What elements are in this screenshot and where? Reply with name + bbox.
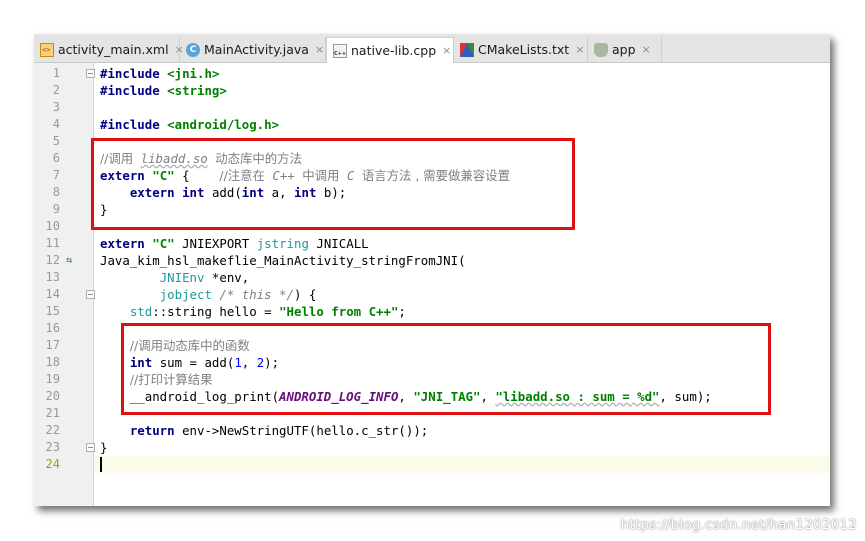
line-number: 21 — [45, 406, 60, 420]
line-number: 6 — [52, 151, 60, 165]
tab-label: activity_main.xml — [58, 42, 169, 57]
line-number: 13 — [45, 270, 60, 284]
code-line-12: Java_kim_hsl_makeflie_MainActivity_strin… — [100, 253, 466, 268]
code-line-22: return env->NewStringUTF(hello.c_str()); — [129, 423, 429, 438]
tab-label: CMakeLists.txt — [478, 42, 570, 57]
code-line-23: } — [100, 440, 108, 455]
line-number: 7 — [52, 168, 60, 182]
xml-file-icon — [40, 42, 54, 57]
tab-label: native-lib.cpp — [351, 43, 437, 58]
highlight-box-extern-c — [91, 138, 575, 230]
tab-main-activity-java[interactable]: C MainActivity.java × — [180, 37, 326, 62]
tab-native-lib-cpp[interactable]: native-lib.cpp × — [326, 37, 454, 63]
line-number: 22 — [45, 423, 60, 437]
code-line-4: #include <android/log.h> — [100, 117, 280, 132]
line-number: 14 — [45, 287, 60, 301]
tab-label: MainActivity.java — [204, 42, 309, 57]
line-number: 8 — [52, 185, 60, 199]
ide-window: activity_main.xml × C MainActivity.java … — [34, 34, 830, 506]
line-number: 19 — [45, 372, 60, 386]
line-number: 1 — [52, 66, 60, 80]
line-number: 17 — [45, 338, 60, 352]
tab-cmakelists-txt[interactable]: CMakeLists.txt × — [454, 37, 588, 62]
line-number: 16 — [45, 321, 60, 335]
gradle-icon — [594, 42, 608, 57]
line-number: 23 — [45, 440, 60, 454]
close-icon[interactable]: × — [642, 43, 651, 56]
watermark: https://blog.csdn.net/han1202012 — [620, 517, 857, 533]
line-number: 15 — [45, 304, 60, 318]
close-icon[interactable]: × — [575, 43, 584, 56]
highlight-box-call-and-log — [121, 323, 771, 415]
code-line-2: #include <string> — [100, 83, 227, 98]
text-caret — [100, 457, 102, 472]
cpp-file-icon — [333, 43, 347, 58]
line-number: 9 — [52, 202, 60, 216]
code-line-11: extern "C" JNIEXPORT jstring JNICALL — [100, 236, 369, 251]
line-number: 4 — [52, 117, 60, 131]
line-number-gutter[interactable]: 1 2 3 4 5 6 7 8 9 10 11 12 13 14 15 16 1… — [34, 63, 95, 506]
code-line-13: JNIEnv *env, — [159, 270, 250, 285]
navigate-to-related-icon[interactable]: ⇆ — [66, 252, 72, 269]
close-icon[interactable]: × — [442, 44, 451, 57]
line-number: 3 — [52, 100, 60, 114]
line-number: 12 — [45, 253, 60, 267]
close-icon[interactable]: × — [315, 43, 324, 56]
code-editor[interactable]: #include <jni.h> #include <string> #incl… — [94, 63, 830, 506]
code-line-15: std::string hello = "Hello from C++"; — [129, 304, 406, 319]
tab-app[interactable]: app × — [588, 37, 662, 62]
line-number: 11 — [45, 236, 60, 250]
line-number: 5 — [52, 134, 60, 148]
line-number: 2 — [52, 83, 60, 97]
line-number: 20 — [45, 389, 60, 403]
line-number: 18 — [45, 355, 60, 369]
code-line-1: #include <jni.h> — [100, 66, 220, 81]
line-number-current: 24 — [45, 457, 60, 471]
java-class-icon: C — [186, 42, 200, 57]
code-line-14: jobject /* this */) { — [159, 287, 317, 302]
tab-activity-main-xml[interactable]: activity_main.xml × — [34, 37, 184, 62]
line-number: 10 — [45, 219, 60, 233]
tab-label: app — [612, 42, 636, 57]
editor-tab-bar: activity_main.xml × C MainActivity.java … — [34, 34, 830, 63]
cmake-file-icon — [460, 42, 474, 57]
